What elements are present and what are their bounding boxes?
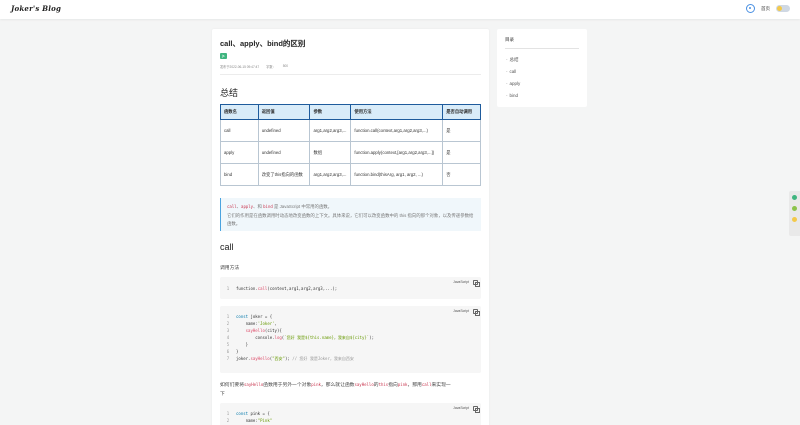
code-line: 4 console.log(`您好 我是${this.name}，我来自${ci… [226,335,374,340]
code-language-label: JavaScript [453,406,469,410]
table-cell: arg1,arg2,arg3,... [309,119,352,142]
copy-icon[interactable] [473,406,480,413]
heading-summary: 总结 [220,88,239,98]
table-header-cell: 函数名 [220,104,259,120]
code-block: JavaScript 1 const joker = { 2 name:'Joke… [220,306,481,373]
copy-icon[interactable] [473,309,480,316]
article-card: call、apply、bind的区别 js 发布于2022-06-15 09:4… [212,29,489,425]
table-cell: 改变了this指向的函数 [257,163,311,186]
code-line: 2 name:'Joker', [226,321,277,326]
table-cell: 是 [442,119,481,142]
article-meta: 发布于2022-06-15 09:47:47 字数： 500 [220,64,288,69]
floating-toolbar [789,191,800,236]
table-cell: function.apply(context,[arg1,arg2,arg3,.… [350,141,444,164]
code-language-label: JavaScript [453,309,469,313]
toc-item-summary[interactable]: 总结 [506,57,519,63]
table-cell: undefined [257,141,311,164]
site-logo[interactable]: Joker's Blog [11,4,61,13]
table-cell: 否 [442,163,481,186]
nav-right: 首页 [746,4,790,13]
copy-icon[interactable] [473,280,480,287]
toc-item-call[interactable]: call [506,69,517,74]
note-line-2: 它们的作用是在函数调用时动态地改变函数的上下文。具体来说，它们可以改变函数中的 … [227,212,474,227]
table-header-row: 函数名 返回值 参数 使用方法 是否自动调用 [220,104,481,120]
table-row: apply undefined 数组 function.apply(contex… [220,141,481,164]
toc-item-bind[interactable]: bind [506,93,519,98]
theme-toggle[interactable] [776,5,790,12]
code-line: 5 } [226,342,249,347]
summary-table: 函数名 返回值 参数 使用方法 是否自动调用 call undefined ar… [220,104,481,186]
table-header-cell: 是否自动调用 [442,104,481,120]
table-row: call undefined arg1,arg2,arg3,... functi… [220,119,481,142]
top-navbar: Joker's Blog 首页 [0,0,800,19]
sun-icon[interactable] [792,217,797,222]
table-cell: 数组 [309,141,352,164]
code-block: JavaScript 1 function.call(context,arg1,a… [220,277,481,299]
table-header-cell: 参数 [309,104,352,120]
table-cell: apply [220,141,259,164]
word-count: 字数： [266,65,276,69]
toc-card: 目录 总结 call apply bind [497,29,587,107]
toc-title: 目录 [505,37,514,42]
green-dot-icon[interactable] [792,195,797,200]
tag-badge[interactable]: js [220,53,227,59]
divider [505,48,579,49]
table-header-cell: 使用方法 [350,104,444,120]
publish-date: 发布于2022-06-15 09:47:47 [220,65,260,69]
paragraph: 如何们要将sayHello函数用于另外一个对象pink，那么就让函数sayHel… [220,382,451,397]
view-count: 500 [282,64,289,68]
table-header-cell: 返回值 [257,104,311,120]
table-cell: bind [220,163,259,186]
table-cell: 是 [442,141,481,164]
info-blockquote: call、apply、和 bind 是 JavaScript 中常用的函数。 它… [220,198,481,231]
leaf-icon[interactable] [792,206,797,211]
table-cell: undefined [257,119,311,142]
code-block: JavaScript 1 const pink = { 2 name:"Pink" [220,403,481,425]
code-line: 1 const joker = { [226,314,273,319]
table-row: bind 改变了this指向的函数 arg1,arg2,arg3,... fun… [220,163,481,186]
note-line-1: call、apply、和 bind 是 JavaScript 中常用的函数。 [227,204,333,209]
code-line: 6} [226,349,239,354]
table-cell: call [220,119,259,142]
heading-call: call [220,242,234,252]
code-line: 3 sayHello(city){ [226,328,282,333]
article-title: call、apply、bind的区别 [220,39,306,48]
code-line: 7 joker.sayHello("西安"); // 您好 我是Joker，我来自… [226,356,354,361]
globe-icon[interactable] [746,4,755,13]
table-cell: arg1,arg2,arg3,... [309,163,352,186]
nav-home-link[interactable]: 首页 [761,6,770,12]
code-language-label: JavaScript [453,280,469,284]
toc-item-apply[interactable]: apply [506,81,521,86]
divider [220,74,481,75]
table-cell: function.bind(thisArg, arg1, arg2, ...) [350,163,444,186]
code-line: 2 name:"Pink" [226,418,273,423]
code-line: 1 function.call(context,arg1,arg2,arg3,..… [226,286,338,291]
table-cell: function.call(context,arg1,arg2,arg3,...… [350,119,444,142]
code-line: 1 const pink = { [226,411,270,416]
usage-label: 调用方法 [220,266,240,271]
